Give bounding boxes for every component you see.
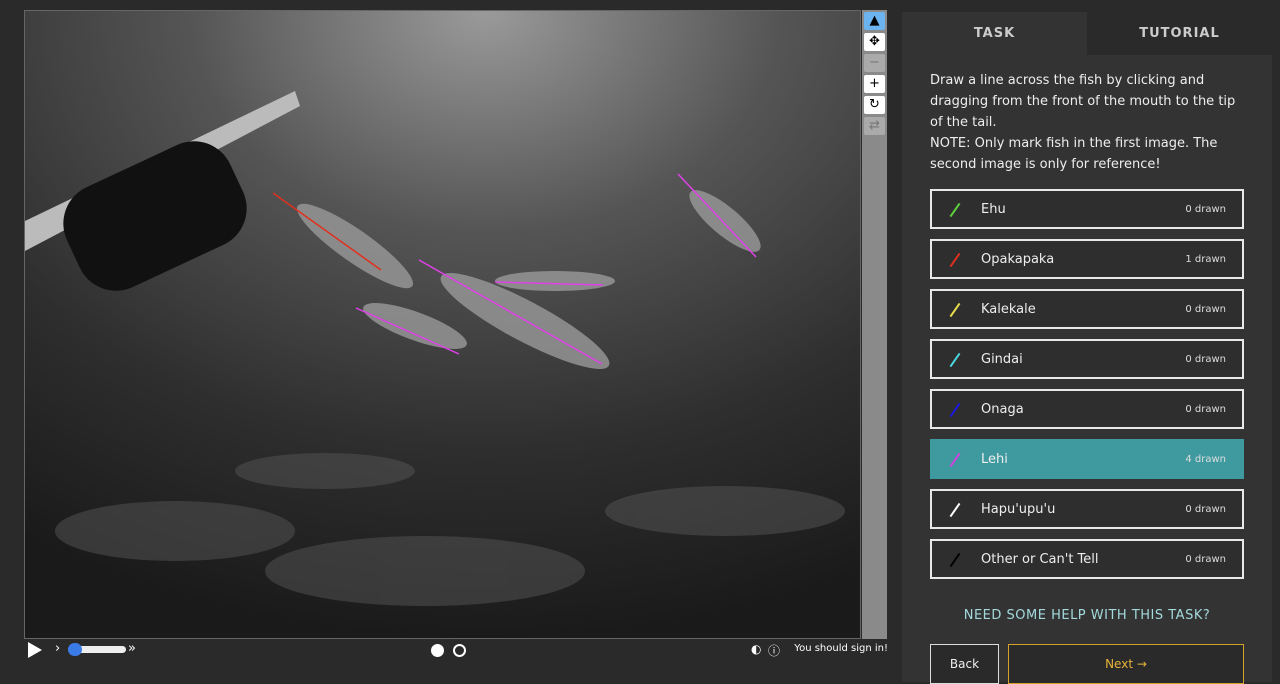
choice-label: Other or Can't Tell	[981, 552, 1099, 567]
line-color-icon	[949, 452, 961, 468]
task-panel: TASK TUTORIAL Draw a line across the fis…	[902, 12, 1272, 684]
tool-choice-other-or-can-t-tell[interactable]: Other or Can't Tell 0 drawn	[930, 539, 1244, 579]
choice-label: Lehi	[981, 452, 1008, 467]
fast-forward-icon[interactable]: »	[128, 641, 136, 656]
zoom-out-icon[interactable]: −	[864, 54, 885, 72]
image-toolbar: ▲ ✥ − + ↻ ⇄	[862, 10, 887, 639]
drawn-count: 0 drawn	[1185, 504, 1226, 515]
sign-in-notice: You should sign in!	[794, 643, 888, 654]
instruction-text: Draw a line across the fish by clicking …	[930, 73, 1236, 130]
play-icon[interactable]	[28, 642, 42, 658]
tab-tutorial[interactable]: TUTORIAL	[1087, 12, 1272, 55]
line-color-icon	[949, 402, 961, 418]
line-color-icon	[949, 502, 961, 518]
tool-choice-lehi[interactable]: Lehi 4 drawn	[930, 439, 1244, 479]
instruction-note: NOTE: Only mark fish in the first image.…	[930, 136, 1218, 172]
tool-choice-opakapaka[interactable]: Opakapaka 1 drawn	[930, 239, 1244, 279]
line-color-icon	[949, 202, 961, 218]
tool-choice-kalekale[interactable]: Kalekale 0 drawn	[930, 289, 1244, 329]
pointer-tool-icon[interactable]: ▲	[864, 12, 885, 30]
tab-task[interactable]: TASK	[902, 12, 1087, 55]
drawn-count: 0 drawn	[1185, 304, 1226, 315]
step-icon[interactable]: ›	[55, 641, 60, 656]
drawn-count: 4 drawn	[1185, 454, 1226, 465]
tool-choice-ehu[interactable]: Ehu 0 drawn	[930, 189, 1244, 229]
reset-icon[interactable]: ⇄	[864, 117, 885, 135]
contrast-icon[interactable]: ◐	[751, 642, 761, 656]
line-color-icon	[949, 252, 961, 268]
drawn-count: 0 drawn	[1185, 354, 1226, 365]
zoom-in-icon[interactable]: +	[864, 75, 885, 93]
help-link[interactable]: NEED SOME HELP WITH THIS TASK?	[902, 608, 1272, 623]
line-color-icon	[949, 302, 961, 318]
tool-choice-onaga[interactable]: Onaga 0 drawn	[930, 389, 1244, 429]
back-button[interactable]: Back	[930, 644, 999, 684]
choice-label: Kalekale	[981, 302, 1036, 317]
subject-image-viewer[interactable]	[24, 10, 861, 639]
info-icon[interactable]: ⓘ	[768, 642, 780, 659]
move-tool-icon[interactable]: ✥	[864, 33, 885, 51]
slider-knob[interactable]	[68, 643, 82, 656]
choice-label: Hapu'upu'u	[981, 502, 1056, 517]
tool-choice-hapu-upu-u[interactable]: Hapu'upu'u 0 drawn	[930, 489, 1244, 529]
choice-label: Onaga	[981, 402, 1024, 417]
drawn-count: 0 drawn	[1185, 554, 1226, 565]
rotate-icon[interactable]: ↻	[864, 96, 885, 114]
frame-dot-2[interactable]	[453, 644, 466, 657]
line-color-icon	[949, 352, 961, 368]
speed-slider[interactable]	[68, 643, 126, 656]
drawn-count: 1 drawn	[1185, 254, 1226, 265]
drawn-count: 0 drawn	[1185, 204, 1226, 215]
subject-image[interactable]	[25, 11, 861, 639]
frame-dot-1[interactable]	[431, 644, 444, 657]
tool-choice-gindai[interactable]: Gindai 0 drawn	[930, 339, 1244, 379]
frame-controls: › » ◐ ⓘ You should sign in!	[24, 640, 888, 662]
choice-label: Gindai	[981, 352, 1023, 367]
drawn-count: 0 drawn	[1185, 404, 1226, 415]
choice-label: Opakapaka	[981, 252, 1055, 267]
choice-label: Ehu	[981, 202, 1006, 217]
next-button[interactable]: Next →	[1008, 644, 1244, 684]
task-instructions: Draw a line across the fish by clicking …	[930, 70, 1250, 175]
line-color-icon	[949, 552, 961, 568]
